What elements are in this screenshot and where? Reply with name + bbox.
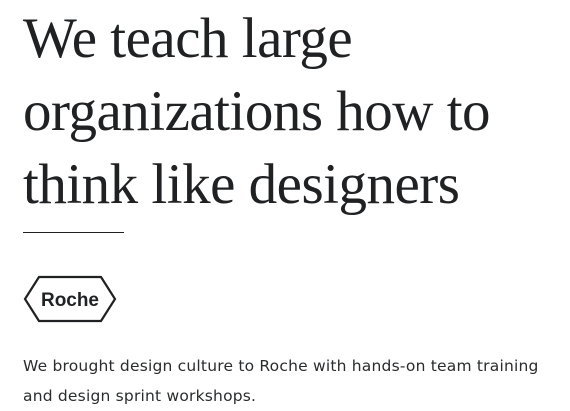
roche-logo-text: Roche <box>41 290 99 311</box>
description-line-1: We brought design culture to Roche with … <box>23 357 539 375</box>
headline-line-2: organizations how to <box>23 80 491 143</box>
headline-line-1: We teach large <box>23 7 353 70</box>
headline-line-3: think like designers <box>23 153 460 216</box>
divider <box>23 232 124 233</box>
description-line-2: and design sprint workshops. <box>23 387 257 405</box>
page-headline: We teach large organizations how to thin… <box>23 2 568 221</box>
case-study-description: We brought design culture to Roche with … <box>23 351 563 411</box>
roche-logo: Roche <box>23 274 117 324</box>
